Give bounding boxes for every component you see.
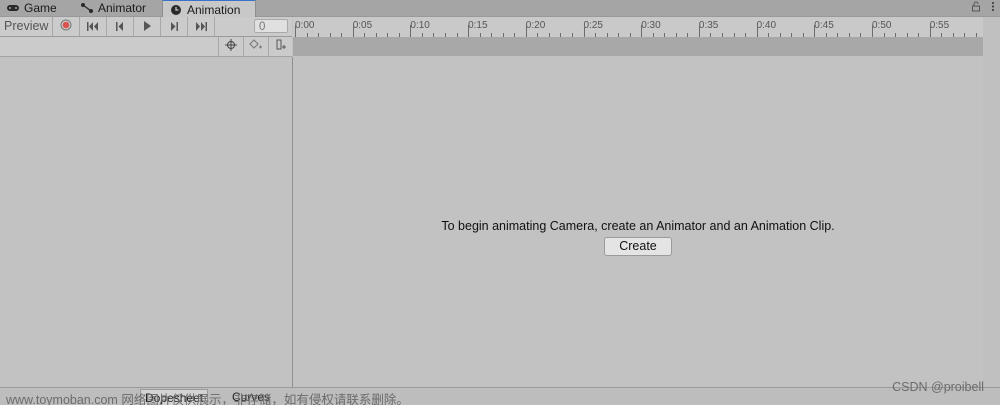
tab-game[interactable]: Game: [6, 0, 57, 16]
step-forward-icon: [169, 20, 179, 34]
key-tools-row: [0, 37, 292, 57]
empty-state-message: To begin animating Camera, create an Ani…: [441, 219, 835, 233]
ruler-tick-label: 0:40: [756, 20, 777, 31]
animation-clock-icon: [169, 4, 183, 16]
tab-animator[interactable]: Animator: [80, 0, 146, 16]
timeline-ruler[interactable]: 0:00 0:05 0:10 0:15 0:20 0:25 0:30 0:35 0:40 0:45…: [293, 17, 983, 38]
preview-toggle-button[interactable]: Preview: [0, 17, 54, 36]
play-icon: [143, 20, 152, 34]
ruler-tick: [468, 25, 470, 37]
ruler-tick-label: 0:00: [295, 20, 315, 31]
property-list-panel: [0, 57, 293, 387]
ruler-tick-label: 0:10: [410, 20, 430, 31]
animation-window: Game Animator Animation Preview 0 0:00 0…: [0, 0, 1000, 405]
add-keyframe-button[interactable]: [243, 37, 268, 56]
crosshair-icon: [225, 39, 237, 54]
add-event-icon: [275, 39, 287, 54]
tab-label: Animation: [187, 2, 241, 17]
ruler-tick: [698, 25, 700, 37]
ruler-tick: [756, 25, 758, 37]
skip-to-end-icon: [195, 20, 207, 34]
last-keyframe-button[interactable]: [188, 17, 215, 36]
skip-to-start-icon: [87, 20, 99, 34]
ruler-tick: [872, 25, 873, 37]
vertical-scrollbar[interactable]: [983, 17, 1000, 405]
tab-label: Game: [24, 1, 57, 15]
ruler-tick: [410, 25, 412, 37]
play-button[interactable]: [134, 17, 161, 36]
ruler-tick: [295, 25, 296, 37]
gamepad-icon: [6, 2, 20, 14]
previous-keyframe-button[interactable]: [107, 17, 134, 36]
next-keyframe-button[interactable]: [161, 17, 188, 36]
tab-animation[interactable]: Animation: [162, 0, 256, 18]
filter-by-selection-button[interactable]: [218, 37, 243, 56]
ruler-tick-label: 0:45: [814, 20, 834, 31]
ruler-tick-label: 0:35: [698, 20, 719, 31]
ruler-tick-label: 0:50: [872, 20, 892, 31]
ruler-tick: [352, 25, 354, 37]
tab-bar-actions: [966, 0, 1000, 16]
first-keyframe-button[interactable]: [80, 17, 107, 36]
ruler-tick: [525, 25, 527, 37]
ruler-tick-label: 0:25: [583, 20, 603, 31]
ruler-tick-label: 0:55: [929, 20, 950, 31]
current-frame-field[interactable]: 0: [254, 19, 288, 33]
more-options-icon[interactable]: [991, 1, 995, 15]
ruler-tick: [814, 25, 816, 37]
animator-graph-icon: [80, 2, 94, 14]
playback-toolbar: Preview 0: [0, 17, 292, 37]
add-keyframe-icon: [249, 39, 263, 54]
event-track[interactable]: [293, 37, 983, 56]
create-button[interactable]: Create: [604, 237, 672, 256]
step-back-icon: [115, 20, 125, 34]
ruler-tick-label: 0:15: [468, 20, 488, 31]
ruler-tick-label: 0:30: [641, 20, 661, 31]
add-event-button[interactable]: [268, 37, 293, 56]
record-button[interactable]: [53, 17, 80, 36]
dopesheet-area: To begin animating Camera, create an Ani…: [293, 57, 983, 387]
ruler-tick: [583, 25, 585, 37]
ruler-tick: [929, 25, 931, 37]
ruler-tick-label: 0:05: [352, 20, 373, 31]
watermark-right: CSDN @proibell: [892, 380, 984, 394]
watermark-left: www.toymoban.com 网络图片仅供展示，非存储，如有侵权请联系删除。: [6, 393, 409, 405]
tab-label: Animator: [98, 1, 147, 15]
record-icon: [60, 19, 72, 34]
ruler-tick: [641, 25, 643, 37]
tab-bar: Game Animator Animation: [0, 0, 1000, 18]
ruler-tick-label: 0:20: [525, 20, 546, 31]
lock-icon[interactable]: [971, 1, 981, 15]
